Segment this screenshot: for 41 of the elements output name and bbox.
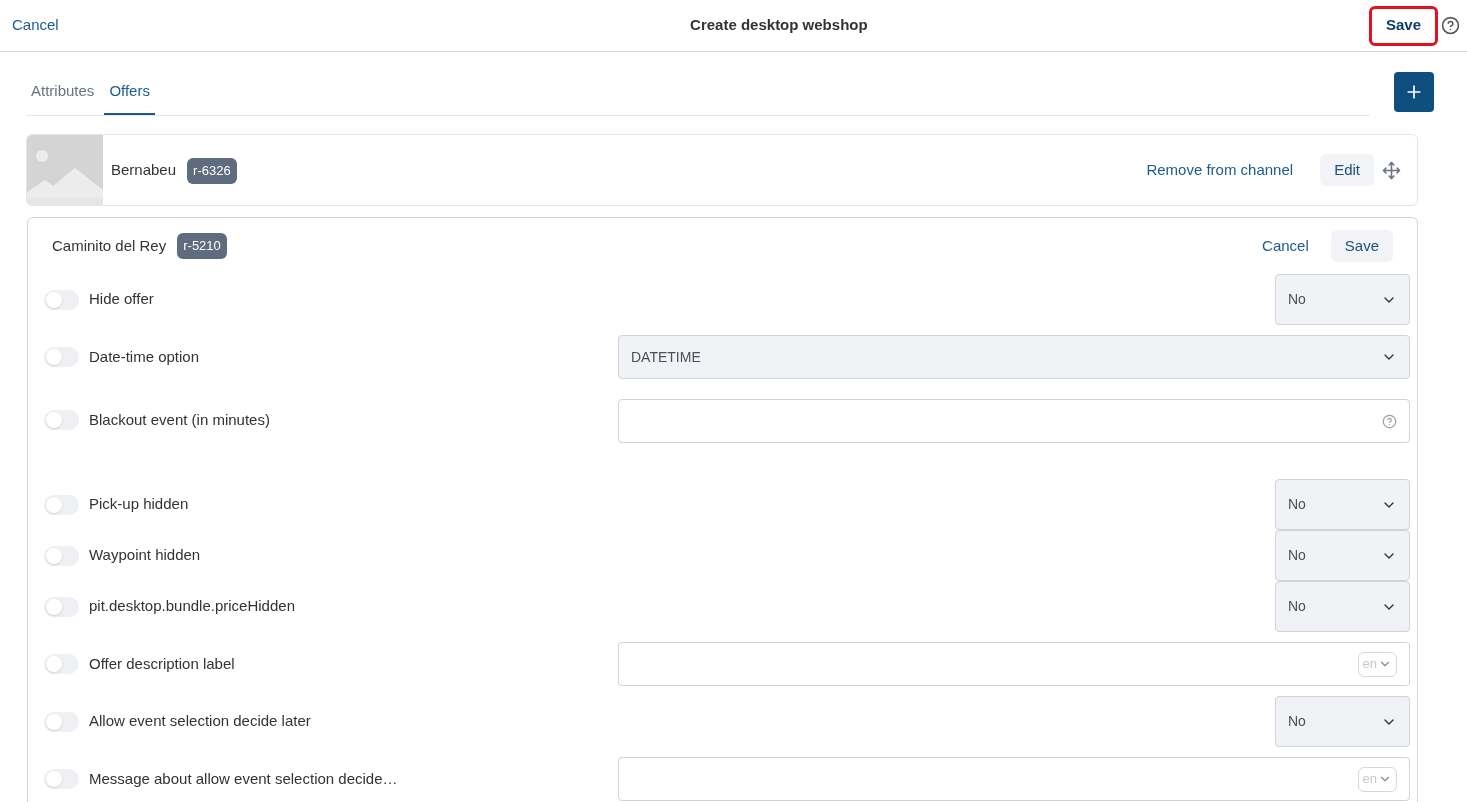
field-label: Pick-up hidden bbox=[89, 494, 189, 515]
id-badge: r-5210 bbox=[177, 233, 227, 259]
toggle-switch[interactable] bbox=[44, 769, 79, 789]
input-field[interactable] bbox=[618, 399, 1410, 443]
select-dropdown[interactable]: No bbox=[1275, 696, 1410, 747]
field-label: Allow event selection decide later bbox=[89, 711, 311, 732]
toggle-switch[interactable] bbox=[44, 289, 79, 310]
toggle-switch[interactable] bbox=[44, 545, 79, 566]
toggle-switch[interactable] bbox=[44, 596, 79, 617]
toggle-switch[interactable] bbox=[44, 494, 79, 515]
field-label: Message about allow event selection decide… bbox=[89, 768, 398, 789]
field-label: Date-time option bbox=[89, 346, 200, 367]
save-button[interactable]: Save bbox=[1330, 230, 1393, 262]
toggle-switch[interactable] bbox=[44, 347, 79, 367]
toggle-switch[interactable] bbox=[44, 711, 79, 732]
select-dropdown[interactable]: DATETIME bbox=[618, 335, 1410, 379]
field-label: pit.desktop.bundle.priceHidden bbox=[89, 596, 295, 617]
select-dropdown[interactable]: No bbox=[1275, 479, 1410, 530]
toggle-switch[interactable] bbox=[44, 654, 79, 674]
field-label: Blackout event (in minutes) bbox=[89, 410, 270, 430]
cancel-link[interactable]: Cancel bbox=[1262, 234, 1309, 258]
select-dropdown[interactable]: No bbox=[1275, 274, 1410, 325]
id-badge: r-6326 bbox=[187, 158, 237, 184]
tab[interactable]: Attributes bbox=[26, 70, 100, 115]
toggle-switch[interactable] bbox=[44, 410, 79, 431]
offer-name: Bernabeu bbox=[111, 159, 177, 180]
select-dropdown[interactable]: No bbox=[1275, 530, 1410, 581]
window-title: Create desktop webshop bbox=[690, 15, 868, 36]
offer-name: Caminito del Rey bbox=[52, 235, 167, 256]
cancel-link[interactable]: Cancel bbox=[12, 14, 59, 37]
move-icon[interactable] bbox=[1382, 160, 1401, 180]
field-label: Offer description label bbox=[89, 653, 235, 674]
tab[interactable]: Offers bbox=[104, 70, 155, 115]
field-label: Hide offer bbox=[89, 289, 154, 310]
help-icon[interactable] bbox=[1441, 16, 1460, 35]
select-dropdown[interactable]: No bbox=[1275, 581, 1410, 632]
save-button[interactable]: Save bbox=[1369, 5, 1438, 46]
edit-button[interactable]: Edit bbox=[1320, 154, 1374, 186]
field-label: Waypoint hidden bbox=[89, 545, 201, 566]
add-button[interactable] bbox=[1394, 72, 1434, 112]
remove-link[interactable]: Remove from channel bbox=[1146, 158, 1294, 182]
